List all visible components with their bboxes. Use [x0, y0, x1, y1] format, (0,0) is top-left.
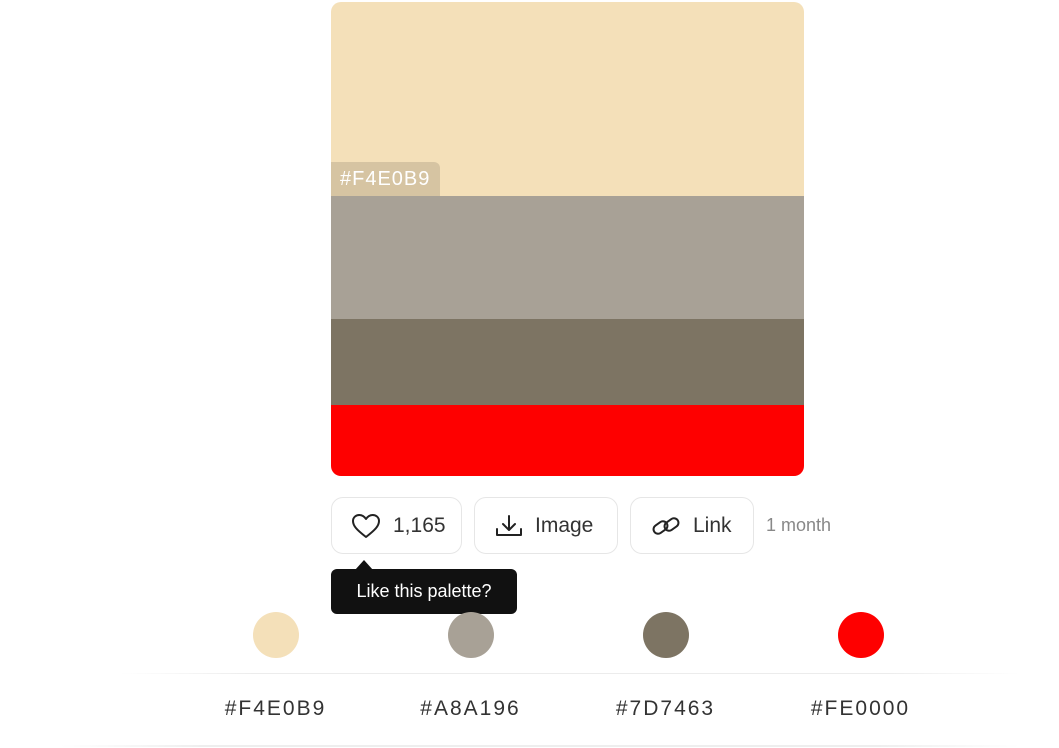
- palette-card: #F4E0B9: [331, 2, 804, 476]
- swatch-2[interactable]: [331, 196, 804, 319]
- palette-actions: 1,165 Image Link 1 month: [331, 497, 831, 554]
- color-item-2[interactable]: #A8A196: [373, 612, 568, 721]
- swatch-hex-label[interactable]: #F4E0B9: [331, 162, 441, 196]
- download-image-button[interactable]: Image: [474, 497, 618, 554]
- like-button[interactable]: 1,165: [331, 497, 462, 554]
- color-list: #F4E0B9 #A8A196 #7D7463 #FE0000: [0, 612, 1059, 748]
- color-dot[interactable]: [642, 612, 689, 658]
- color-hex[interactable]: #F4E0B9: [178, 697, 373, 721]
- swatch-3[interactable]: [331, 319, 804, 405]
- link-icon: [651, 513, 681, 539]
- divider: [120, 673, 1020, 674]
- color-dot[interactable]: [837, 612, 884, 658]
- color-hex[interactable]: #7D7463: [568, 697, 763, 721]
- posted-time: 1 month: [766, 515, 832, 535]
- copy-link-button[interactable]: Link: [630, 497, 754, 554]
- like-count: 1,165: [393, 513, 446, 537]
- palette-page: #F4E0B9 1,165 Image Link 1 month Like th…: [0, 0, 1059, 748]
- swatch-4[interactable]: [331, 405, 804, 476]
- color-item-1[interactable]: #F4E0B9: [178, 612, 373, 721]
- image-label: Image: [535, 513, 594, 537]
- color-dot[interactable]: [447, 612, 494, 658]
- color-hex[interactable]: #FE0000: [763, 697, 958, 721]
- color-item-4[interactable]: #FE0000: [763, 612, 958, 721]
- color-hex[interactable]: #A8A196: [373, 697, 568, 721]
- link-label: Link: [693, 513, 732, 537]
- like-tooltip: Like this palette?: [331, 569, 517, 614]
- divider: [60, 745, 1020, 747]
- heart-icon: [351, 513, 381, 539]
- download-icon: [495, 514, 523, 538]
- color-item-3[interactable]: #7D7463: [568, 612, 763, 721]
- color-dot[interactable]: [252, 612, 299, 658]
